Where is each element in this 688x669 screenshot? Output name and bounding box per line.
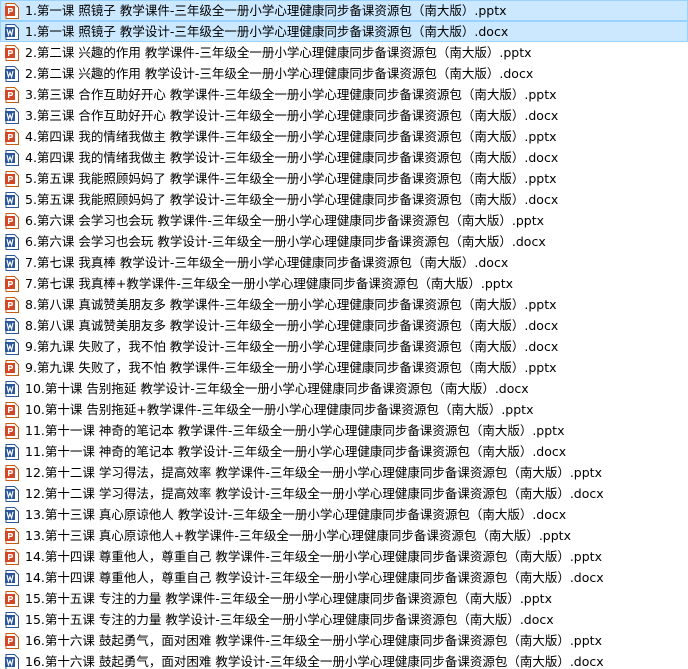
file-row[interactable]: 1.第一课 照镜子 教学课件-三年级全一册小学心理健康同步备课资源包（南大版）.… bbox=[0, 0, 688, 21]
file-name: 7.第七课 我真棒+教学课件-三年级全一册小学心理健康同步备课资源包（南大版）.… bbox=[25, 276, 514, 291]
file-row[interactable]: 7.第七课 我真棒 教学设计-三年级全一册小学心理健康同步备课资源包（南大版）.… bbox=[0, 252, 688, 273]
word-icon bbox=[5, 485, 19, 502]
file-name: 13.第十三课 真心原谅他人+教学课件-三年级全一册小学心理健康同步备课资源包（… bbox=[25, 528, 571, 543]
file-row[interactable]: 1.第一课 照镜子 教学设计-三年级全一册小学心理健康同步备课资源包（南大版）.… bbox=[0, 21, 688, 42]
file-row[interactable]: 5.第五课 我能照顾妈妈了 教学课件-三年级全一册小学心理健康同步备课资源包（南… bbox=[0, 168, 688, 189]
file-name: 2.第二课 兴趣的作用 教学设计-三年级全一册小学心理健康同步备课资源包（南大版… bbox=[25, 66, 534, 81]
word-icon bbox=[5, 191, 19, 208]
file-row[interactable]: 9.第九课 失败了，我不怕 教学设计-三年级全一册小学心理健康同步备课资源包（南… bbox=[0, 336, 688, 357]
file-row[interactable]: 6.第六课 会学习也会玩 教学设计-三年级全一册小学心理健康同步备课资源包（南大… bbox=[0, 231, 688, 252]
powerpoint-icon bbox=[5, 527, 19, 544]
file-row[interactable]: 4.第四课 我的情绪我做主 教学课件-三年级全一册小学心理健康同步备课资源包（南… bbox=[0, 126, 688, 147]
file-row[interactable]: 11.第十一课 神奇的笔记本 教学课件-三年级全一册小学心理健康同步备课资源包（… bbox=[0, 420, 688, 441]
file-row[interactable]: 3.第三课 合作互助好开心 教学课件-三年级全一册小学心理健康同步备课资源包（南… bbox=[0, 84, 688, 105]
file-name: 6.第六课 会学习也会玩 教学设计-三年级全一册小学心理健康同步备课资源包（南大… bbox=[25, 234, 546, 249]
powerpoint-icon bbox=[5, 212, 19, 229]
word-icon bbox=[5, 653, 19, 669]
file-name: 2.第二课 兴趣的作用 教学课件-三年级全一册小学心理健康同步备课资源包（南大版… bbox=[25, 45, 532, 60]
file-name: 16.第十六课 鼓起勇气，面对困难 教学设计-三年级全一册小学心理健康同步备课资… bbox=[25, 654, 604, 669]
file-row[interactable]: 8.第八课 真诚赞美朋友多 教学课件-三年级全一册小学心理健康同步备课资源包（南… bbox=[0, 294, 688, 315]
file-name: 16.第十六课 鼓起勇气，面对困难 教学课件-三年级全一册小学心理健康同步备课资… bbox=[25, 633, 602, 648]
file-name: 1.第一课 照镜子 教学课件-三年级全一册小学心理健康同步备课资源包（南大版）.… bbox=[25, 3, 507, 18]
word-icon bbox=[5, 569, 19, 586]
powerpoint-icon bbox=[5, 86, 19, 103]
file-row[interactable]: 4.第四课 我的情绪我做主 教学设计-三年级全一册小学心理健康同步备课资源包（南… bbox=[0, 147, 688, 168]
powerpoint-icon bbox=[5, 632, 19, 649]
powerpoint-icon bbox=[5, 2, 19, 19]
file-name: 7.第七课 我真棒 教学设计-三年级全一册小学心理健康同步备课资源包（南大版）.… bbox=[25, 255, 509, 270]
file-name: 15.第十五课 专注的力量 教学设计-三年级全一册小学心理健康同步备课资源包（南… bbox=[25, 612, 554, 627]
word-icon bbox=[5, 506, 19, 523]
file-name: 3.第三课 合作互助好开心 教学课件-三年级全一册小学心理健康同步备课资源包（南… bbox=[25, 87, 557, 102]
file-row[interactable]: 10.第十课 告别拖延+教学课件-三年级全一册小学心理健康同步备课资源包（南大版… bbox=[0, 399, 688, 420]
file-row[interactable]: 13.第十三课 真心原谅他人 教学设计-三年级全一册小学心理健康同步备课资源包（… bbox=[0, 504, 688, 525]
file-name: 8.第八课 真诚赞美朋友多 教学课件-三年级全一册小学心理健康同步备课资源包（南… bbox=[25, 297, 557, 312]
file-name: 6.第六课 会学习也会玩 教学课件-三年级全一册小学心理健康同步备课资源包（南大… bbox=[25, 213, 545, 228]
file-row[interactable]: 12.第十二课 学习得法，提高效率 教学设计-三年级全一册小学心理健康同步备课资… bbox=[0, 483, 688, 504]
file-name: 4.第四课 我的情绪我做主 教学课件-三年级全一册小学心理健康同步备课资源包（南… bbox=[25, 129, 557, 144]
powerpoint-icon bbox=[5, 170, 19, 187]
file-name: 5.第五课 我能照顾妈妈了 教学课件-三年级全一册小学心理健康同步备课资源包（南… bbox=[25, 171, 557, 186]
file-name: 3.第三课 合作互助好开心 教学设计-三年级全一册小学心理健康同步备课资源包（南… bbox=[25, 108, 559, 123]
powerpoint-icon bbox=[5, 44, 19, 61]
file-row[interactable]: 2.第二课 兴趣的作用 教学设计-三年级全一册小学心理健康同步备课资源包（南大版… bbox=[0, 63, 688, 84]
powerpoint-icon bbox=[5, 128, 19, 145]
file-name: 4.第四课 我的情绪我做主 教学设计-三年级全一册小学心理健康同步备课资源包（南… bbox=[25, 150, 559, 165]
word-icon bbox=[5, 380, 19, 397]
file-row[interactable]: 11.第十一课 神奇的笔记本 教学设计-三年级全一册小学心理健康同步备课资源包（… bbox=[0, 441, 688, 462]
file-name: 8.第八课 真诚赞美朋友多 教学设计-三年级全一册小学心理健康同步备课资源包（南… bbox=[25, 318, 559, 333]
file-name: 12.第十二课 学习得法，提高效率 教学课件-三年级全一册小学心理健康同步备课资… bbox=[25, 465, 602, 480]
file-row[interactable]: 16.第十六课 鼓起勇气，面对困难 教学设计-三年级全一册小学心理健康同步备课资… bbox=[0, 651, 688, 669]
file-name: 1.第一课 照镜子 教学设计-三年级全一册小学心理健康同步备课资源包（南大版）.… bbox=[25, 24, 509, 39]
word-icon bbox=[5, 317, 19, 334]
file-row[interactable]: 6.第六课 会学习也会玩 教学课件-三年级全一册小学心理健康同步备课资源包（南大… bbox=[0, 210, 688, 231]
file-row[interactable]: 3.第三课 合作互助好开心 教学设计-三年级全一册小学心理健康同步备课资源包（南… bbox=[0, 105, 688, 126]
file-name: 10.第十课 告别拖延 教学设计-三年级全一册小学心理健康同步备课资源包（南大版… bbox=[25, 381, 529, 396]
file-name: 10.第十课 告别拖延+教学课件-三年级全一册小学心理健康同步备课资源包（南大版… bbox=[25, 402, 534, 417]
powerpoint-icon bbox=[5, 359, 19, 376]
file-row[interactable]: 5.第五课 我能照顾妈妈了 教学设计-三年级全一册小学心理健康同步备课资源包（南… bbox=[0, 189, 688, 210]
file-name: 5.第五课 我能照顾妈妈了 教学设计-三年级全一册小学心理健康同步备课资源包（南… bbox=[25, 192, 559, 207]
file-row[interactable]: 16.第十六课 鼓起勇气，面对困难 教学课件-三年级全一册小学心理健康同步备课资… bbox=[0, 630, 688, 651]
file-row[interactable]: 14.第十四课 尊重他人，尊重自己 教学设计-三年级全一册小学心理健康同步备课资… bbox=[0, 567, 688, 588]
word-icon bbox=[5, 65, 19, 82]
powerpoint-icon bbox=[5, 401, 19, 418]
powerpoint-icon bbox=[5, 275, 19, 292]
file-row[interactable]: 12.第十二课 学习得法，提高效率 教学课件-三年级全一册小学心理健康同步备课资… bbox=[0, 462, 688, 483]
word-icon bbox=[5, 254, 19, 271]
file-name: 11.第十一课 神奇的笔记本 教学课件-三年级全一册小学心理健康同步备课资源包（… bbox=[25, 423, 565, 438]
file-name: 12.第十二课 学习得法，提高效率 教学设计-三年级全一册小学心理健康同步备课资… bbox=[25, 486, 604, 501]
file-name: 14.第十四课 尊重他人，尊重自己 教学课件-三年级全一册小学心理健康同步备课资… bbox=[25, 549, 602, 564]
powerpoint-icon bbox=[5, 590, 19, 607]
word-icon bbox=[5, 443, 19, 460]
file-name: 14.第十四课 尊重他人，尊重自己 教学设计-三年级全一册小学心理健康同步备课资… bbox=[25, 570, 604, 585]
file-row[interactable]: 14.第十四课 尊重他人，尊重自己 教学课件-三年级全一册小学心理健康同步备课资… bbox=[0, 546, 688, 567]
powerpoint-icon bbox=[5, 296, 19, 313]
file-row[interactable]: 15.第十五课 专注的力量 教学设计-三年级全一册小学心理健康同步备课资源包（南… bbox=[0, 609, 688, 630]
file-row[interactable]: 9.第九课 失败了，我不怕 教学课件-三年级全一册小学心理健康同步备课资源包（南… bbox=[0, 357, 688, 378]
file-list: 1.第一课 照镜子 教学课件-三年级全一册小学心理健康同步备课资源包（南大版）.… bbox=[0, 0, 688, 669]
file-name: 11.第十一课 神奇的笔记本 教学设计-三年级全一册小学心理健康同步备课资源包（… bbox=[25, 444, 567, 459]
word-icon bbox=[5, 338, 19, 355]
word-icon bbox=[5, 149, 19, 166]
powerpoint-icon bbox=[5, 548, 19, 565]
file-name: 9.第九课 失败了，我不怕 教学课件-三年级全一册小学心理健康同步备课资源包（南… bbox=[25, 360, 557, 375]
word-icon bbox=[5, 107, 19, 124]
word-icon bbox=[5, 233, 19, 250]
file-row[interactable]: 15.第十五课 专注的力量 教学课件-三年级全一册小学心理健康同步备课资源包（南… bbox=[0, 588, 688, 609]
file-name: 13.第十三课 真心原谅他人 教学设计-三年级全一册小学心理健康同步备课资源包（… bbox=[25, 507, 567, 522]
file-row[interactable]: 8.第八课 真诚赞美朋友多 教学设计-三年级全一册小学心理健康同步备课资源包（南… bbox=[0, 315, 688, 336]
file-name: 15.第十五课 专注的力量 教学课件-三年级全一册小学心理健康同步备课资源包（南… bbox=[25, 591, 552, 606]
powerpoint-icon bbox=[5, 422, 19, 439]
file-row[interactable]: 13.第十三课 真心原谅他人+教学课件-三年级全一册小学心理健康同步备课资源包（… bbox=[0, 525, 688, 546]
word-icon bbox=[5, 611, 19, 628]
file-row[interactable]: 2.第二课 兴趣的作用 教学课件-三年级全一册小学心理健康同步备课资源包（南大版… bbox=[0, 42, 688, 63]
word-icon bbox=[5, 23, 19, 40]
powerpoint-icon bbox=[5, 464, 19, 481]
file-row[interactable]: 10.第十课 告别拖延 教学设计-三年级全一册小学心理健康同步备课资源包（南大版… bbox=[0, 378, 688, 399]
file-row[interactable]: 7.第七课 我真棒+教学课件-三年级全一册小学心理健康同步备课资源包（南大版）.… bbox=[0, 273, 688, 294]
file-name: 9.第九课 失败了，我不怕 教学设计-三年级全一册小学心理健康同步备课资源包（南… bbox=[25, 339, 559, 354]
